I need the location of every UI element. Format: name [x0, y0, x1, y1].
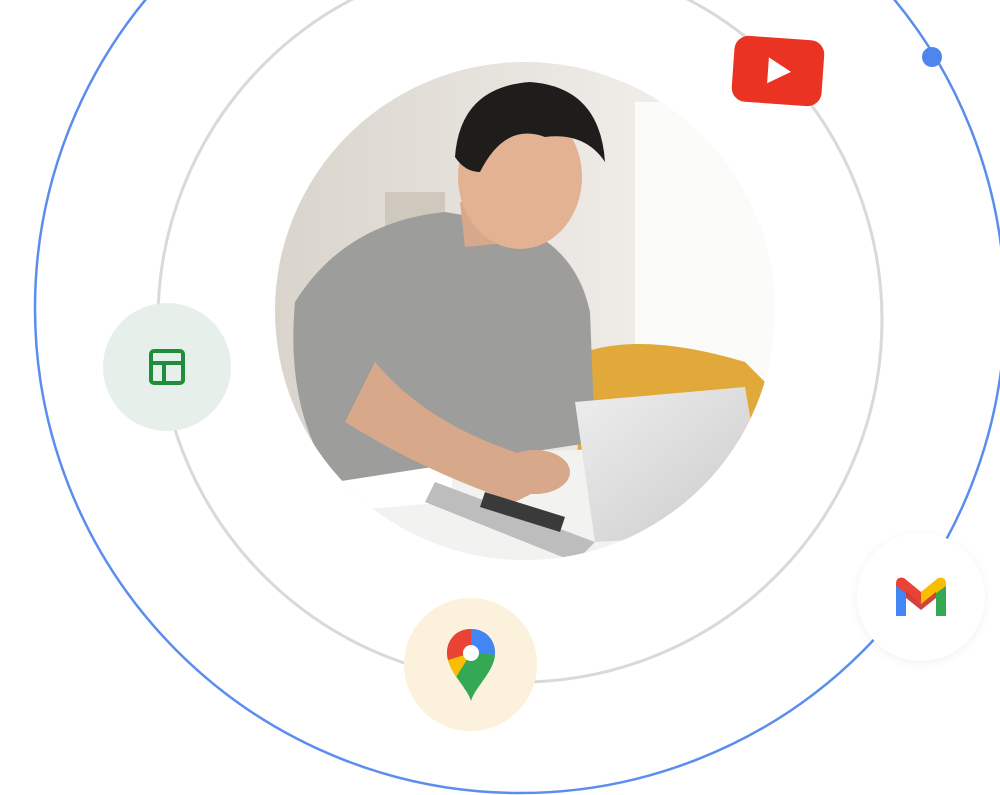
orbit-dot — [922, 47, 942, 67]
hero-illustration — [0, 0, 1000, 795]
google-sheets-badge — [103, 303, 231, 431]
google-maps-icon — [446, 628, 495, 701]
google-maps-badge — [404, 598, 537, 731]
google-sheets-icon — [149, 349, 185, 385]
gmail-badge — [857, 533, 985, 661]
person-photo — [275, 62, 775, 560]
youtube-icon — [731, 35, 825, 107]
gmail-icon — [896, 577, 946, 616]
youtube-badge — [729, 33, 828, 109]
